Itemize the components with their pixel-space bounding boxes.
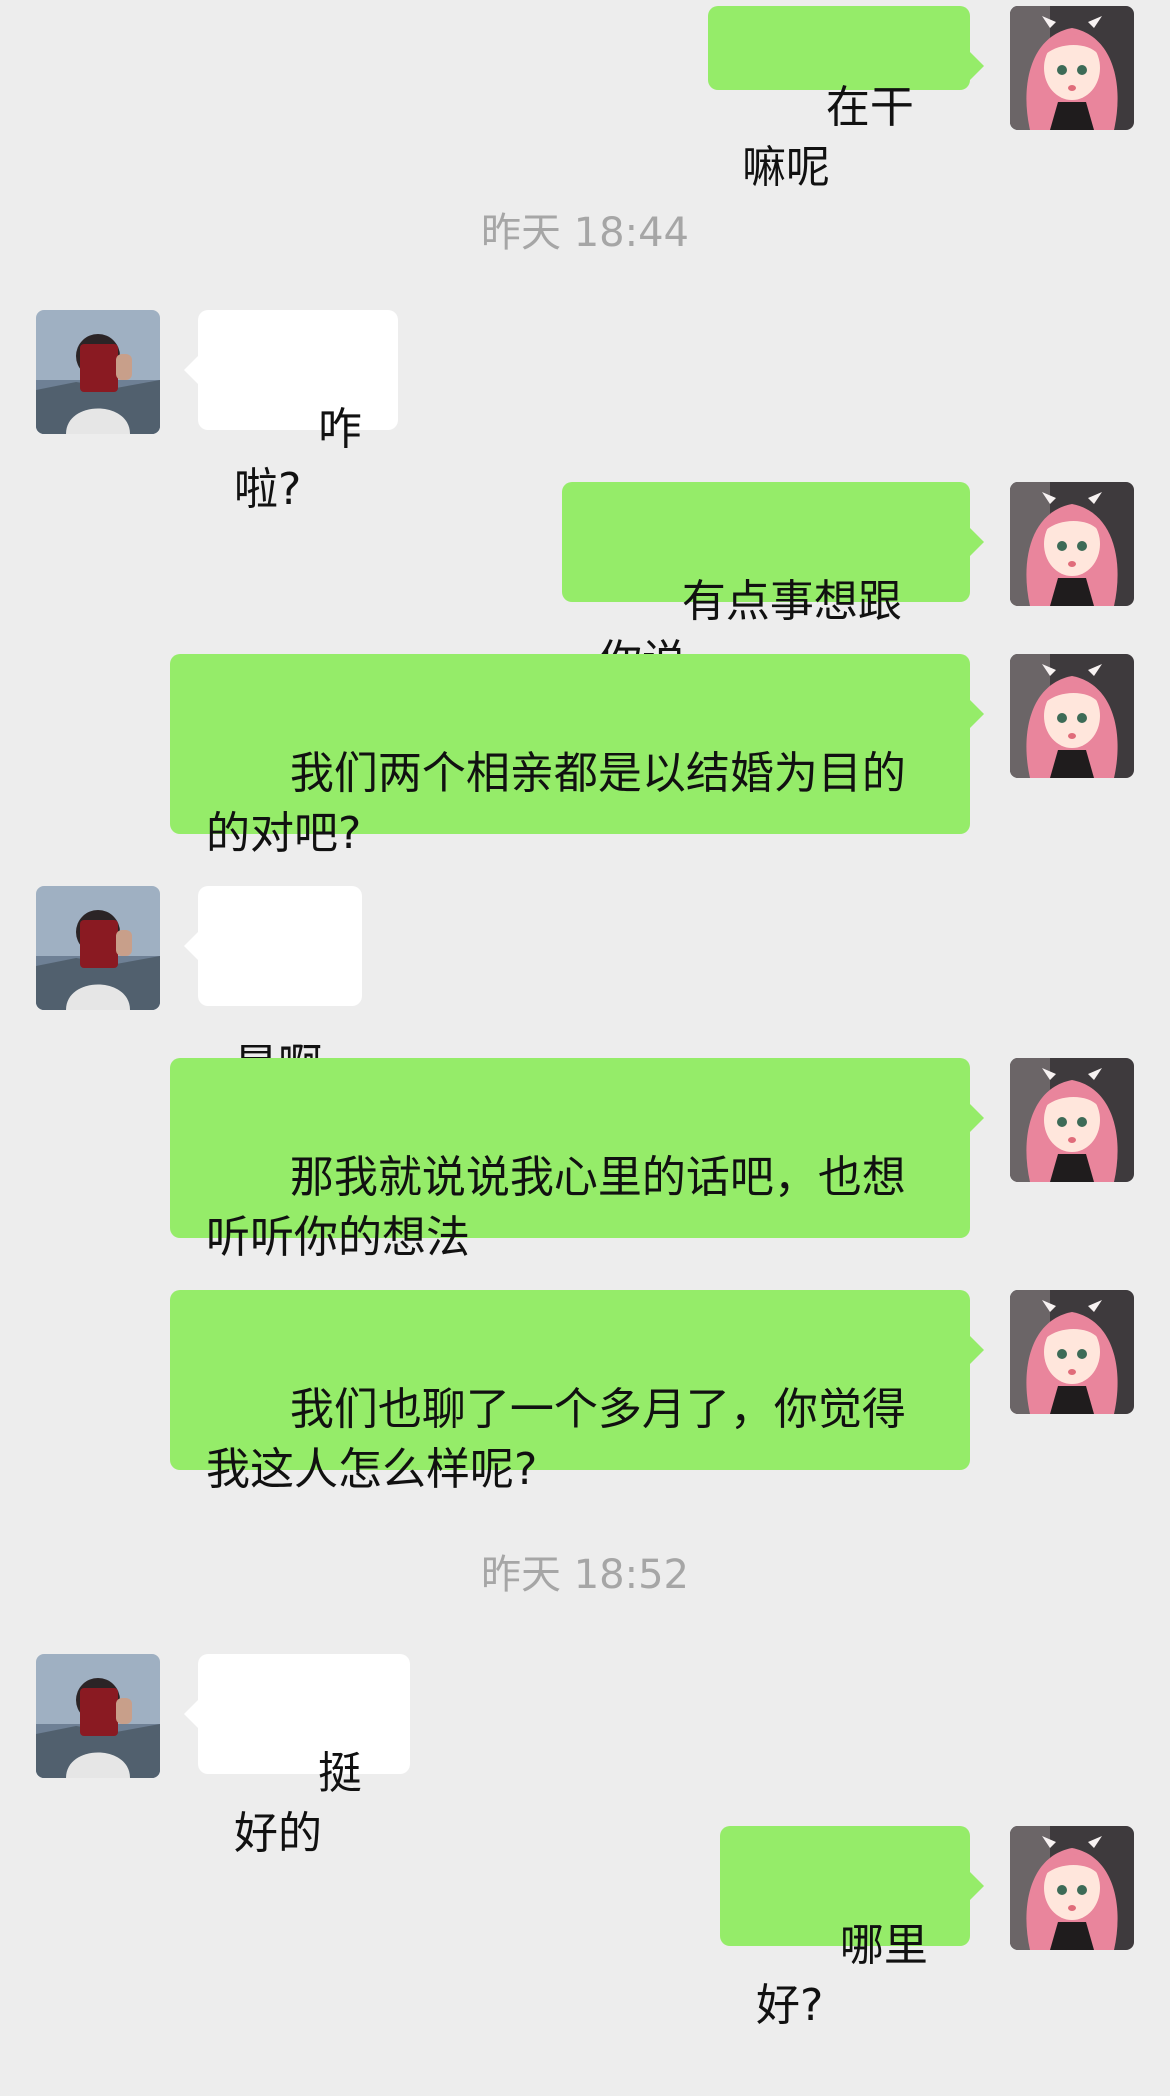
message-text: 我们两个相亲都是以结婚为目的的对吧?	[206, 748, 906, 859]
avatar-girl-icon	[1010, 6, 1134, 130]
message-text: 在干嘛呢	[742, 82, 914, 193]
message-bubble[interactable]: 咋啦?	[184, 310, 398, 515]
timestamp: 昨天 18:52	[481, 1552, 689, 1598]
contact-avatar[interactable]	[36, 886, 160, 1010]
my-avatar[interactable]	[1010, 654, 1134, 778]
message-bubble[interactable]: 我们也聊了一个多月了，你觉得我这人怎么样呢?	[170, 1290, 984, 1495]
avatar-girl-icon	[1010, 1290, 1134, 1414]
my-avatar[interactable]	[1010, 1826, 1134, 1950]
message-text: 哪里好?	[756, 1920, 928, 2031]
message-bubble[interactable]: 那我就说说我心里的话吧，也想听听你的想法	[170, 1058, 984, 1263]
message-bubble[interactable]: 我们两个相亲都是以结婚为目的的对吧?	[170, 654, 984, 859]
message-text: 挺好的	[234, 1748, 362, 1859]
avatar-girl-icon	[1010, 1826, 1134, 1950]
timestamp: 昨天 18:44	[481, 210, 689, 256]
chat-view[interactable]: 在干嘛呢 昨天 18:44 咋啦? 有点事想跟 我们两个相亲都是以结婚为目的的对…	[0, 0, 1170, 2031]
message-text: 我们也聊了一个多月了，你觉得我这人怎么样呢?	[206, 1384, 906, 1495]
contact-avatar[interactable]	[36, 1654, 160, 1778]
avatar-man-icon	[36, 886, 160, 1010]
my-avatar[interactable]	[1010, 6, 1134, 130]
message-bubble[interactable]: 哪里好?	[720, 1826, 984, 2031]
message-bubble[interactable]: 挺好的	[184, 1654, 410, 1859]
avatar-man-icon	[36, 1654, 160, 1778]
message-bubble[interactable]: 是啊	[184, 886, 362, 1091]
message-bubble[interactable]: 有点事想跟你说	[562, 482, 984, 687]
avatar-girl-icon	[1010, 482, 1134, 606]
avatar-girl-icon	[1010, 1058, 1134, 1182]
message-bubble[interactable]: 在干嘛呢	[708, 6, 984, 193]
avatar-man-icon	[36, 310, 160, 434]
avatar-girl-icon	[1010, 654, 1134, 778]
my-avatar[interactable]	[1010, 482, 1134, 606]
contact-avatar[interactable]	[36, 310, 160, 434]
message-text: 咋啦?	[234, 404, 362, 515]
my-avatar[interactable]	[1010, 1058, 1134, 1182]
message-text: 那我就说说我心里的话吧，也想听听你的想法	[206, 1152, 906, 1263]
my-avatar[interactable]	[1010, 1290, 1134, 1414]
